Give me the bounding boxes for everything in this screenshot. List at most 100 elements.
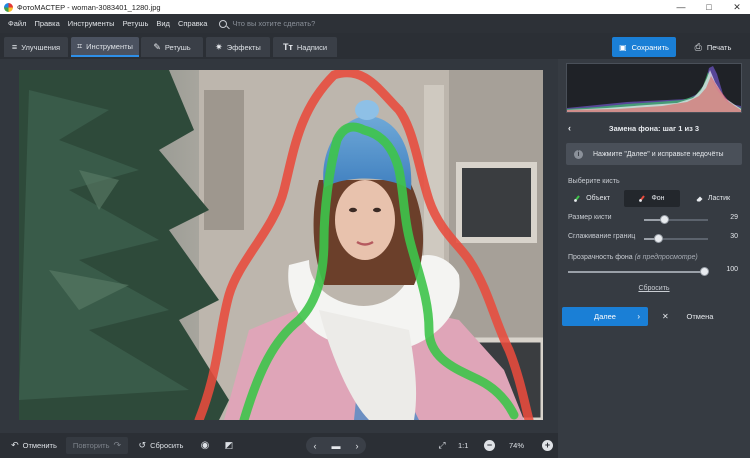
floppy-icon: ▣ [619, 42, 627, 52]
fit-screen-button[interactable]: ⤢ [434, 437, 450, 454]
brush-section-label: Выберите кисть [568, 178, 620, 185]
menu-edit[interactable]: Правка [30, 19, 63, 28]
brush-size-value: 29 [730, 214, 738, 221]
tab-label: Эффекты [226, 42, 261, 52]
compare-button[interactable]: ◩ [220, 437, 238, 454]
reset-icon: ↺ [138, 440, 147, 450]
compare-icon: ◩ [224, 440, 234, 450]
back-chevron-icon[interactable]: ‹ [568, 123, 571, 133]
hint-box: i Нажмите "Далее" и исправьте недочёты [566, 143, 742, 165]
brush-background-label: Фон [651, 195, 665, 202]
command-search [219, 19, 353, 28]
prev-image-icon[interactable]: ‹ [314, 441, 317, 451]
reset-link[interactable]: Сбросить [558, 285, 750, 292]
eye-icon: ◉ [200, 440, 210, 451]
save-label: Сохранить [631, 42, 669, 52]
save-button[interactable]: ▣ Сохранить [612, 37, 676, 57]
chevron-right-icon: › [637, 312, 640, 321]
tab-effects[interactable]: ✷ Эффекты [206, 37, 270, 57]
undo-button[interactable]: ↶ Отменить [6, 437, 62, 454]
maximize-icon[interactable]: □ [696, 0, 722, 14]
tab-label: Ретушь [164, 42, 191, 52]
undo-icon: ↶ [11, 440, 19, 450]
brush-size-label: Размер кисти [568, 214, 612, 221]
sliders-icon: ≡ [11, 42, 18, 52]
smoothing-label: Сглаживание границ [568, 233, 636, 240]
text-icon: Tт [282, 42, 293, 52]
redo-label: Повторить [72, 441, 110, 450]
redo-icon: ↷ [113, 440, 122, 450]
zoom-in-icon[interactable]: + [542, 440, 553, 451]
slider-thumb[interactable] [700, 267, 709, 276]
info-icon: i [574, 149, 583, 159]
tab-captions[interactable]: Tт Надписи [273, 37, 337, 57]
brush-size-slider[interactable]: Размер кисти 29 [568, 214, 744, 226]
reset-view-button[interactable]: ↺ Сбросить [136, 437, 186, 454]
next-button[interactable]: Далее › [562, 307, 648, 326]
tab-label: Надписи [296, 42, 328, 52]
brush-eraser-button[interactable]: Ластик [684, 190, 742, 207]
object-brush-icon [574, 195, 581, 202]
folder-icon[interactable]: ▬ [332, 441, 341, 451]
zoom-out-icon[interactable]: − [484, 440, 495, 451]
slider-thumb[interactable] [654, 234, 663, 243]
hint-text: Нажмите "Далее" и исправьте недочёты [593, 150, 724, 158]
app-logo-icon [4, 2, 13, 12]
photo-image [19, 70, 543, 420]
close-icon[interactable]: ✕ [724, 0, 750, 14]
smoothing-slider[interactable]: Сглаживание границ 30 [568, 233, 744, 245]
brush-background-button[interactable]: Фон [624, 190, 680, 207]
reset-view-label: Сбросить [150, 441, 184, 450]
step-title: Замена фона: шаг 1 из 3 [608, 123, 700, 133]
brush-object-label: Объект [586, 195, 610, 202]
brush-icon: ✎ [153, 41, 161, 52]
slider-thumb[interactable] [660, 215, 669, 224]
eraser-icon [696, 195, 703, 202]
next-image-icon[interactable]: › [356, 441, 359, 451]
right-panel: ‹ Замена фона: шаг 1 из 3 i Нажмите "Дал… [558, 59, 750, 458]
print-label: Печать [706, 42, 732, 52]
tab-tools[interactable]: ⌗ Инструменты [71, 37, 139, 57]
menu-view[interactable]: Вид [152, 19, 174, 28]
photo-canvas[interactable] [19, 70, 543, 420]
background-brush-icon [639, 195, 646, 202]
fit-screen-icon: ⤢ [438, 440, 446, 450]
menu-help[interactable]: Справка [174, 19, 211, 28]
tab-enhancements[interactable]: ≡ Улучшения [4, 37, 68, 57]
undo-label: Отменить [22, 441, 57, 450]
menu-bar: Файл Правка Инструменты Ретушь Вид Справ… [0, 14, 750, 33]
opacity-slider[interactable]: 100 [568, 266, 744, 278]
crop-icon: ⌗ [77, 40, 83, 51]
search-input[interactable] [232, 19, 353, 28]
step-header: ‹ Замена фона: шаг 1 из 3 [558, 119, 750, 137]
brush-eraser-label: Ластик [707, 195, 731, 202]
histogram-graph [567, 66, 741, 112]
redo-button[interactable]: Повторить ↷ [66, 437, 128, 454]
print-button[interactable]: ⎙ Печать [682, 37, 744, 57]
tabs-bar: ≡ Улучшения ⌗ Инструменты ✎ Ретушь ✷ Эфф… [0, 33, 750, 59]
opacity-label: Прозрачность фона (в предпросмотре) [568, 254, 698, 261]
preview-eye-button[interactable]: ◉ [196, 437, 214, 454]
tab-label: Улучшения [21, 42, 61, 52]
menu-retouch[interactable]: Ретушь [119, 19, 153, 28]
canvas-area [0, 59, 558, 433]
actual-size-button[interactable]: 1:1 [458, 437, 468, 454]
next-label: Далее [594, 312, 616, 321]
smoothing-value: 30 [730, 233, 738, 240]
tab-label: Инструменты [86, 41, 133, 51]
brush-object-button[interactable]: Объект [564, 190, 620, 207]
opacity-note: (в предпросмотре) [634, 254, 698, 261]
menu-tools[interactable]: Инструменты [64, 19, 119, 28]
tab-retouch[interactable]: ✎ Ретушь [141, 37, 203, 57]
cancel-label: Отмена [686, 312, 714, 321]
minimize-icon[interactable]: — [668, 0, 694, 14]
cancel-button[interactable]: ✕ Отмена [654, 307, 746, 326]
opacity-value: 100 [726, 266, 738, 273]
printer-icon: ⎙ [694, 41, 702, 52]
window-title: ФотоМАСТЕР - woman-3083401_1280.jpg [17, 2, 161, 12]
image-navigation: ‹ ▬ › [306, 437, 366, 454]
menu-file[interactable]: Файл [4, 19, 30, 28]
title-bar: ФотоМАСТЕР - woman-3083401_1280.jpg — □ … [0, 0, 750, 14]
histogram [566, 63, 742, 113]
search-icon [219, 19, 228, 28]
